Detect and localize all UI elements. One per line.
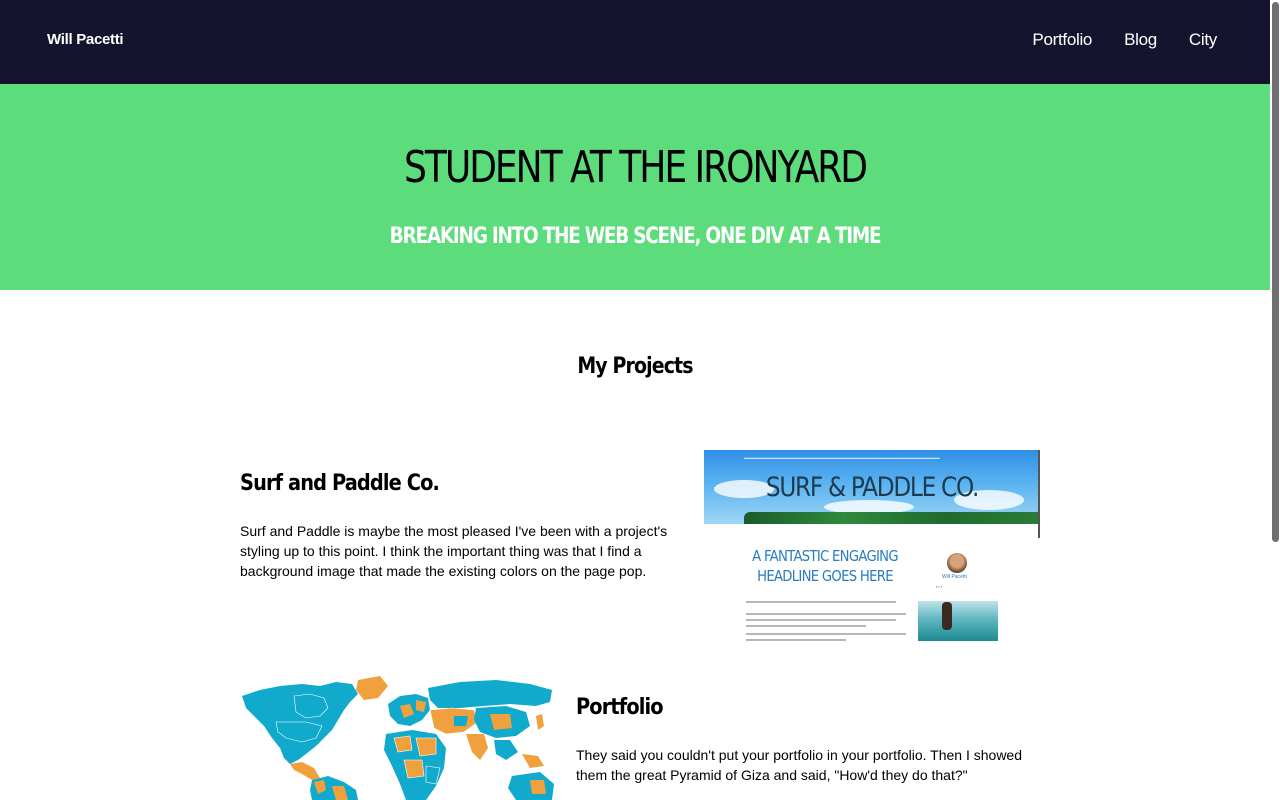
- project-thumbnail-portfolio-map[interactable]: [240, 676, 558, 800]
- thumbnail-text-line: [746, 639, 846, 641]
- page-scrollbar-thumb[interactable]: [1272, 2, 1279, 542]
- project-description-surf: Surf and Paddle is maybe the most please…: [240, 523, 668, 579]
- thumbnail-text-line: [746, 633, 906, 635]
- project-title-portfolio: Portfolio: [576, 695, 664, 720]
- section-title-projects: My Projects: [577, 354, 693, 379]
- thumbnail-text-line: [746, 625, 866, 627]
- hero-title: STUDENT AT THE IRONYARD: [404, 142, 868, 193]
- page-scrollbar[interactable]: [1270, 0, 1280, 800]
- thumbnail-surfer-figure: [942, 602, 952, 630]
- nav-links: Portfolio Blog City: [1032, 30, 1217, 50]
- thumbnail-site-title: SURF & PADDLE CO.: [765, 472, 980, 503]
- thumbnail-headline: A FANTASTIC ENGAGING HEADLINE GOES HERE: [752, 547, 898, 585]
- thumbnail-nav-bar: ━━━━━━━━━━━━━━━━━━━━━━━━━━━━━━━━━━━━━━━━…: [744, 456, 940, 462]
- nav-link-portfolio[interactable]: Portfolio: [1032, 30, 1092, 50]
- world-map-image: [242, 676, 554, 800]
- hero-banner: STUDENT AT THE IRONYARD BREAKING INTO TH…: [0, 84, 1270, 290]
- thumbnail-surf-photo: [918, 601, 998, 641]
- thumbnail-text-line: [746, 613, 906, 615]
- thumbnail-text-line: [746, 601, 896, 603]
- nav-link-blog[interactable]: Blog: [1124, 30, 1157, 50]
- hero-subtitle: BREAKING INTO THE WEB SCENE, ONE DIV AT …: [389, 224, 882, 249]
- thumbnail-treeline: [744, 512, 1040, 524]
- project-description-portfolio: They said you couldn't put your portfoli…: [576, 747, 1023, 783]
- navbar: Will Pacetti Portfolio Blog City: [0, 0, 1270, 84]
- thumbnail-avatar: [947, 553, 967, 573]
- thumbnail-text-line: [746, 619, 896, 621]
- thumbnail-scrollbar: [1038, 450, 1040, 538]
- project-title-surf: Surf and Paddle Co.: [240, 471, 440, 496]
- thumbnail-social-links: ▪ ▪ ▪: [936, 584, 943, 589]
- nav-link-city[interactable]: City: [1189, 30, 1217, 50]
- brand-link[interactable]: Will Pacetti: [47, 31, 124, 48]
- thumbnail-author-name: Will Pacetti: [942, 574, 967, 580]
- project-thumbnail-surf[interactable]: ━━━━━━━━━━━━━━━━━━━━━━━━━━━━━━━━━━━━━━━━…: [704, 450, 1040, 642]
